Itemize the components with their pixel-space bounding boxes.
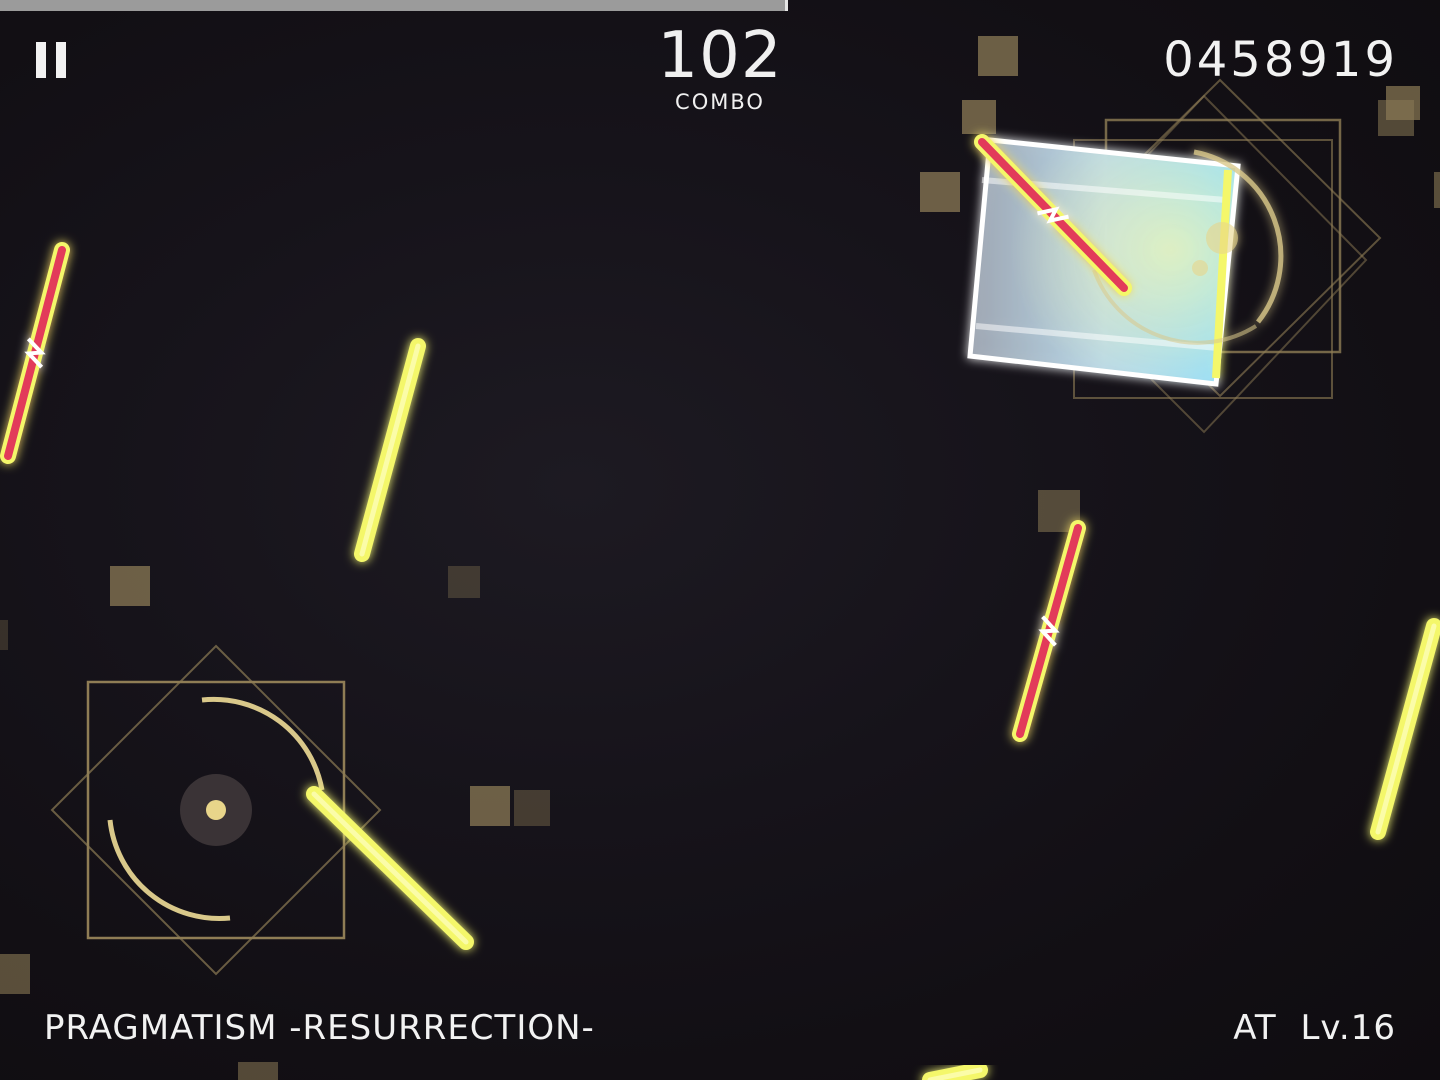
combo-count: 102 bbox=[657, 19, 783, 93]
flick-note bbox=[1012, 520, 1086, 742]
playfield bbox=[0, 36, 1440, 1080]
tap-note bbox=[1370, 618, 1440, 840]
particle bbox=[514, 790, 550, 826]
combo-label: COMBO bbox=[675, 90, 765, 114]
particle bbox=[110, 566, 150, 606]
flick-note bbox=[0, 242, 70, 464]
particle bbox=[238, 1062, 278, 1080]
difficulty-level: AT Lv.16 bbox=[1233, 1008, 1396, 1048]
particle bbox=[962, 100, 996, 134]
particle bbox=[0, 954, 30, 994]
hold-note-tail bbox=[306, 786, 474, 950]
particle bbox=[470, 786, 510, 826]
pause-icon bbox=[36, 42, 46, 78]
song-title: PRAGMATISM -RESURRECTION- bbox=[44, 1008, 595, 1048]
particle bbox=[0, 620, 8, 650]
tap-note bbox=[922, 1062, 988, 1080]
particle bbox=[978, 36, 1018, 76]
particle bbox=[920, 172, 960, 212]
score-counter: 0458919 bbox=[1163, 32, 1398, 88]
particle bbox=[1434, 172, 1440, 208]
pause-icon-bar bbox=[56, 42, 66, 78]
particle bbox=[1378, 100, 1414, 136]
particle bbox=[448, 566, 480, 598]
pause-button[interactable] bbox=[30, 38, 74, 82]
tap-note bbox=[354, 338, 426, 562]
